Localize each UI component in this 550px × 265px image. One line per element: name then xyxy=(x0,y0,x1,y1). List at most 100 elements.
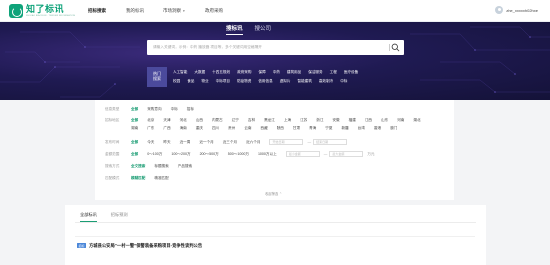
filter-option[interactable]: 贵州 xyxy=(228,124,235,132)
filter-option[interactable]: 云南 xyxy=(244,124,251,132)
nav-item-market-insight[interactable]: 市场洞察 ▾ xyxy=(163,8,185,14)
hot-search-item[interactable]: 智能建筑 xyxy=(297,79,311,84)
hot-search-item[interactable]: 工程 xyxy=(330,70,337,75)
range-start-input[interactable]: 开始日期 xyxy=(269,139,304,145)
filter-row: 信息类型 全部 采购意向 中标 招标 xyxy=(105,105,431,113)
filter-option[interactable]: 1000万以上 xyxy=(258,150,277,158)
hot-search-item[interactable]: 防疫物资 xyxy=(237,79,251,84)
hot-search-item[interactable]: 政府采购 xyxy=(237,70,251,75)
hot-search-item[interactable]: 建筑用品 xyxy=(287,70,301,75)
filter-option[interactable]: 近三个月 xyxy=(223,138,237,146)
collapse-filter-toggle[interactable]: 收起筛选 ⌃ xyxy=(265,191,282,196)
filter-option[interactable]: 采购意向 xyxy=(147,105,161,113)
nav-item-tender-search[interactable]: 招标搜索 xyxy=(88,8,106,14)
filter-option[interactable]: 近六个月 xyxy=(246,138,260,146)
filter-option[interactable]: 全部 xyxy=(131,150,138,158)
filter-option[interactable]: 台湾 xyxy=(358,124,365,132)
filter-option[interactable]: 宁夏 xyxy=(325,124,332,132)
filter-option[interactable]: 香港 xyxy=(374,124,381,132)
filter-option[interactable]: 北京 xyxy=(147,116,154,124)
tab-all-tenders[interactable]: 全部标讯 xyxy=(80,212,97,222)
filter-option[interactable]: 全文搜索 xyxy=(131,162,145,170)
filter-option[interactable]: 200～500万 xyxy=(200,150,219,158)
hot-search-item[interactable]: 虚拟片 xyxy=(280,79,291,84)
filter-option[interactable]: 海南 xyxy=(180,124,187,132)
search-divider xyxy=(388,44,389,51)
nav-item-my-tenders[interactable]: 我的标讯 xyxy=(126,8,144,14)
search-box[interactable]: 请输入关键词，示例：中药 播放器 项目等，多个关键词用空格隔开 xyxy=(147,40,404,55)
filter-option[interactable]: 黑龙江 xyxy=(264,116,275,124)
hot-search-item[interactable]: 大数据 xyxy=(194,70,205,75)
logo[interactable]: 知了标讯 ZHILIAO BIAOXUN · TENDER INFORMATIO… xyxy=(9,4,75,18)
filter-option[interactable]: 湖北 xyxy=(413,116,420,124)
filter-option[interactable]: 广西 xyxy=(163,124,170,132)
filter-option[interactable]: 湖南 xyxy=(131,124,138,132)
filter-option[interactable]: 全部 xyxy=(131,116,138,124)
hot-search-item[interactable]: 校园 xyxy=(173,79,180,84)
hot-search-item[interactable]: 中标项目 xyxy=(216,79,230,84)
filter-option[interactable]: 内蒙古 xyxy=(212,116,223,124)
filter-option[interactable]: 精准匹配 xyxy=(154,174,168,182)
filter-option[interactable]: 0～100万 xyxy=(147,150,162,158)
filter-option[interactable]: 100～200万 xyxy=(171,150,190,158)
filter-option[interactable]: 全部 xyxy=(131,105,138,113)
filter-option[interactable]: 模糊匹配 xyxy=(131,174,145,182)
filter-option[interactable]: 昨天 xyxy=(163,138,170,146)
tab-search-tenders[interactable]: 搜标讯 xyxy=(226,24,243,35)
filter-option[interactable]: 重庆 xyxy=(196,124,203,132)
hot-search-item[interactable]: 物业 xyxy=(201,79,208,84)
search-icon[interactable] xyxy=(391,43,400,52)
tab-tender-forecast[interactable]: 招标预测 xyxy=(111,212,128,222)
filter-option[interactable]: 标题搜索 xyxy=(154,162,168,170)
filter-option[interactable]: 500～1000万 xyxy=(228,150,249,158)
tab-search-companies[interactable]: 搜公司 xyxy=(255,24,272,35)
filter-option[interactable]: 河北 xyxy=(180,116,187,124)
hot-search-item[interactable]: 人工智能 xyxy=(173,70,187,75)
user-menu[interactable]: zhe_xxxxxh02hxe xyxy=(495,6,538,14)
filter-option[interactable]: 产品搜索 xyxy=(178,162,192,170)
filter-option[interactable]: 甘肃 xyxy=(293,124,300,132)
filter-option[interactable]: 辽宁 xyxy=(232,116,239,124)
filter-option[interactable]: 江西 xyxy=(365,116,372,124)
filter-option[interactable]: 山东 xyxy=(381,116,388,124)
hot-search-item[interactable]: 保障 xyxy=(259,70,266,75)
nav-item-gov-procurement[interactable]: 政府采购 xyxy=(205,8,223,14)
filter-option[interactable]: 吉林 xyxy=(248,116,255,124)
result-title[interactable]: 方城县公安局“一村一警”保警装备采购项目-竞争性谈判公告 xyxy=(89,243,202,249)
range-end-input[interactable]: 结束日期 xyxy=(313,139,348,145)
filter-option[interactable]: 福建 xyxy=(349,116,356,124)
filter-option[interactable]: 广东 xyxy=(147,124,154,132)
filter-option[interactable]: 招标 xyxy=(187,105,194,113)
hot-search-item[interactable]: 中药 xyxy=(273,70,280,75)
hot-search-item[interactable]: 高效制冷 xyxy=(319,79,333,84)
filter-option[interactable]: 全部 xyxy=(131,138,138,146)
range-start-input[interactable]: 最小金额 xyxy=(285,151,320,157)
filter-option[interactable]: 青海 xyxy=(309,124,316,132)
hot-search-item[interactable]: 信用信息 xyxy=(258,79,272,84)
filter-option[interactable]: 江苏 xyxy=(300,116,307,124)
hot-search-item[interactable]: 保洁服务 xyxy=(308,70,322,75)
hot-search-item[interactable]: 十四五规划 xyxy=(212,70,230,75)
filter-option[interactable]: 陕西 xyxy=(277,124,284,132)
filter-option[interactable]: 中标 xyxy=(171,105,178,113)
filter-option[interactable]: 四川 xyxy=(212,124,219,132)
filter-option[interactable]: 西藏 xyxy=(261,124,268,132)
range-end-input[interactable]: 最大金额 xyxy=(329,151,364,157)
filter-option[interactable]: 上海 xyxy=(284,116,291,124)
nav-item-market-insight-label: 市场洞察 xyxy=(163,8,181,13)
filter-option[interactable]: 浙江 xyxy=(316,116,323,124)
filter-option[interactable]: 今天 xyxy=(147,138,154,146)
filter-option[interactable]: 山西 xyxy=(196,116,203,124)
filter-option[interactable]: 河南 xyxy=(397,116,404,124)
result-card[interactable]: 招标 方城县公安局“一村一警”保警装备采购项目-竞争性谈判公告 xyxy=(75,236,475,265)
hot-search-item[interactable]: 食品 xyxy=(187,79,194,84)
filter-option[interactable]: 新疆 xyxy=(341,124,348,132)
search-input[interactable]: 请输入关键词，示例：中药 播放器 项目等，多个关键词用空格隔开 xyxy=(153,45,262,50)
filter-option[interactable]: 安徽 xyxy=(332,116,339,124)
filter-option[interactable]: 澳门 xyxy=(390,124,397,132)
hot-search-item[interactable]: 中标 xyxy=(340,79,347,84)
filter-option[interactable]: 近一个月 xyxy=(199,138,213,146)
filter-option[interactable]: 天津 xyxy=(163,116,170,124)
hot-search-item[interactable]: 医疗设备 xyxy=(344,70,358,75)
filter-option[interactable]: 近一周 xyxy=(180,138,191,146)
